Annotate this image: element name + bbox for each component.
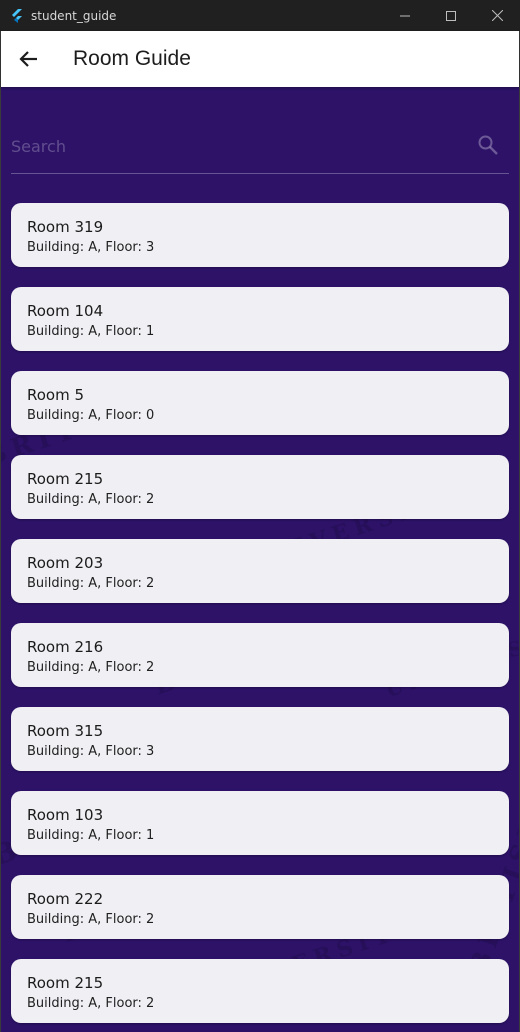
- room-list-item[interactable]: Room 5 Building: A, Floor: 0: [11, 371, 509, 435]
- room-location: Building: A, Floor: 0: [27, 408, 155, 423]
- room-location: Building: A, Floor: 2: [27, 492, 155, 507]
- room-name: Room 104: [27, 302, 104, 320]
- close-icon: [491, 10, 503, 21]
- minimize-button[interactable]: [382, 0, 428, 31]
- room-location: Building: A, Floor: 2: [27, 660, 155, 675]
- app-window: student_guide BRITISH UNIVERSITY EGYPT B…: [0, 0, 520, 1032]
- room-location: Building: A, Floor: 2: [27, 576, 155, 591]
- room-name: Room 103: [27, 806, 104, 824]
- room-list-item[interactable]: Room 215 Building: A, Floor: 2: [11, 959, 509, 1023]
- maximize-icon: [446, 10, 456, 21]
- room-list-item[interactable]: Room 216 Building: A, Floor: 2: [11, 623, 509, 687]
- room-list-item[interactable]: Room 222 Building: A, Floor: 2: [11, 875, 509, 939]
- room-list-item[interactable]: Room 103 Building: A, Floor: 1: [11, 791, 509, 855]
- window-title: student_guide: [31, 8, 117, 23]
- window-titlebar: student_guide: [0, 0, 520, 31]
- room-name: Room 216: [27, 638, 104, 656]
- flutter-icon: [12, 8, 22, 23]
- arrow-left-icon: [19, 51, 37, 67]
- back-button[interactable]: [1, 31, 57, 87]
- room-name: Room 5: [27, 386, 85, 404]
- room-name: Room 319: [27, 218, 104, 236]
- room-name: Room 215: [27, 974, 104, 992]
- room-list: Room 319 Building: A, Floor: 3 Room 104 …: [11, 203, 509, 1032]
- minimize-icon: [400, 15, 410, 16]
- room-location: Building: A, Floor: 2: [27, 996, 155, 1011]
- search-input[interactable]: [11, 132, 461, 160]
- room-name: Room 222: [27, 890, 104, 908]
- room-location: Building: A, Floor: 3: [27, 240, 155, 255]
- room-list-item[interactable]: Room 203 Building: A, Floor: 2: [11, 539, 509, 603]
- app-bar: Room Guide: [1, 31, 519, 87]
- room-location: Building: A, Floor: 1: [27, 828, 155, 843]
- room-location: Building: A, Floor: 2: [27, 912, 155, 927]
- window-controls: [382, 0, 520, 31]
- search-icon[interactable]: [477, 134, 499, 156]
- room-name: Room 215: [27, 470, 104, 488]
- page-title: Room Guide: [73, 47, 191, 70]
- close-button[interactable]: [474, 0, 520, 31]
- room-name: Room 203: [27, 554, 104, 572]
- room-name: Room 315: [27, 722, 104, 740]
- search-bar: [11, 118, 509, 174]
- room-list-item[interactable]: Room 319 Building: A, Floor: 3: [11, 203, 509, 267]
- window-border-left: [0, 31, 1, 1032]
- room-list-item[interactable]: Room 104 Building: A, Floor: 1: [11, 287, 509, 351]
- room-location: Building: A, Floor: 1: [27, 324, 155, 339]
- room-list-item[interactable]: Room 215 Building: A, Floor: 2: [11, 455, 509, 519]
- room-list-item[interactable]: Room 315 Building: A, Floor: 3: [11, 707, 509, 771]
- maximize-button[interactable]: [428, 0, 474, 31]
- room-location: Building: A, Floor: 3: [27, 744, 155, 759]
